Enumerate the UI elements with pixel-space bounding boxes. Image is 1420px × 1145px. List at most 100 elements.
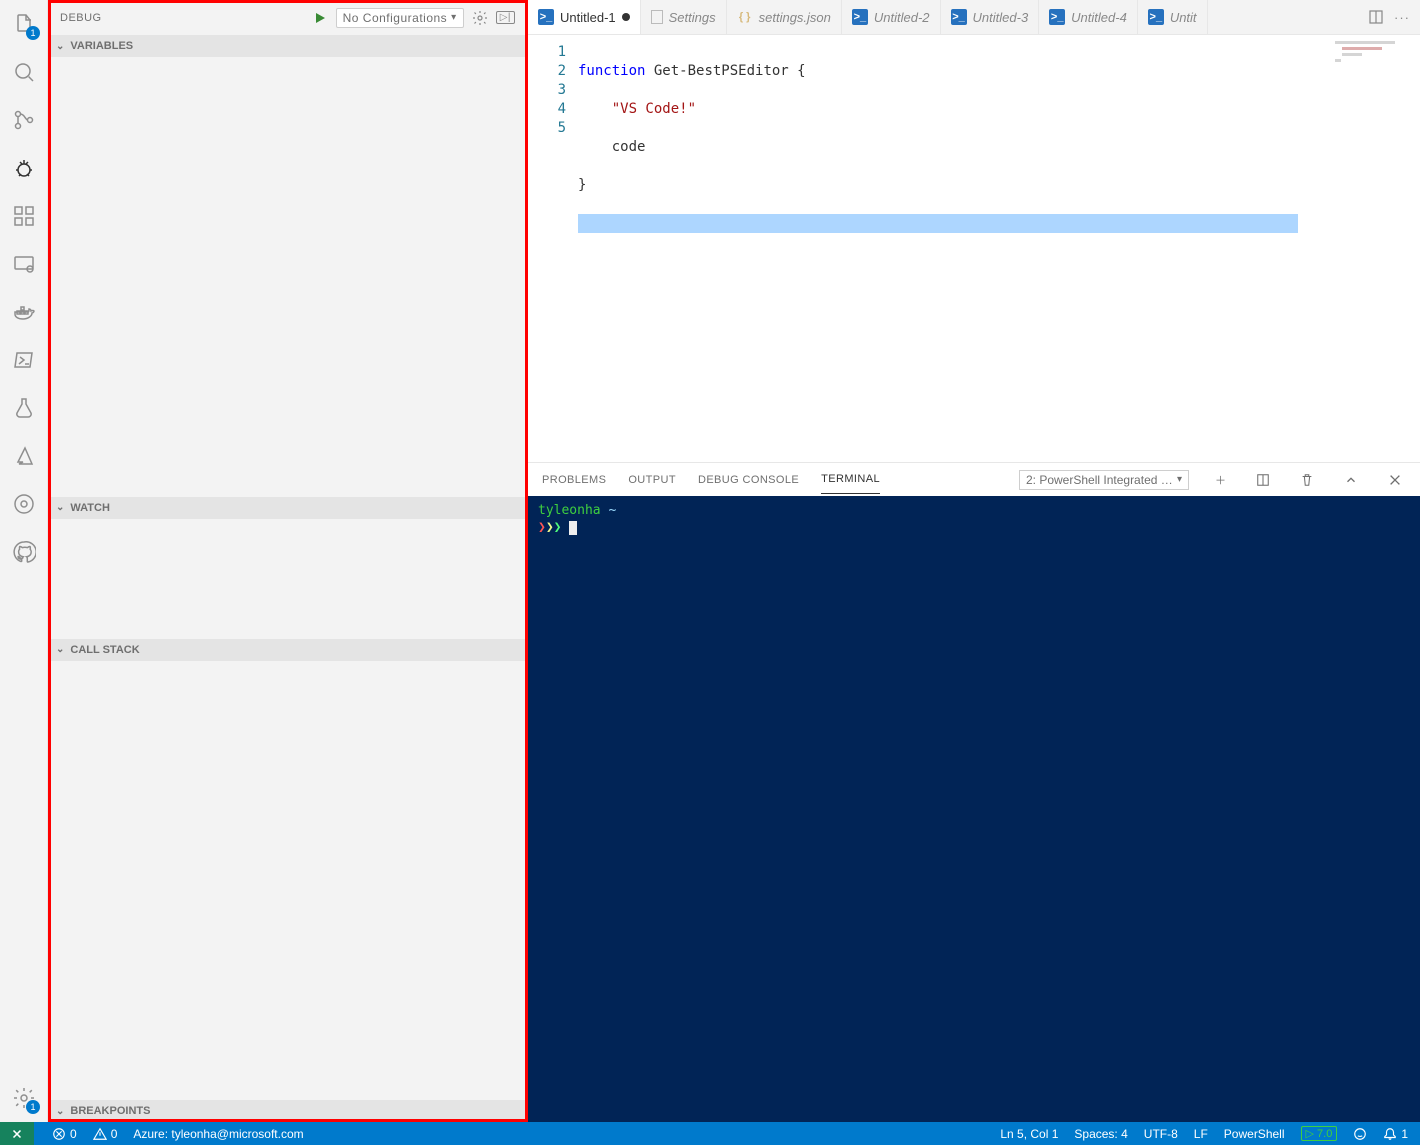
activity-github-icon[interactable] bbox=[0, 528, 48, 576]
code-token bbox=[578, 101, 612, 117]
activity-scm-icon[interactable] bbox=[0, 96, 48, 144]
close-panel-icon[interactable] bbox=[1384, 473, 1406, 487]
tab-label: Untitled-1 bbox=[560, 10, 616, 25]
line-number: 3 bbox=[528, 81, 566, 100]
section-watch-label: WATCH bbox=[70, 502, 110, 514]
sidebar-title: DEBUG bbox=[60, 12, 102, 24]
new-terminal-icon[interactable]: ＋ bbox=[1211, 472, 1230, 488]
line-gutter: 1 2 3 4 5 bbox=[528, 35, 578, 462]
json-file-icon: { } bbox=[737, 9, 753, 25]
debug-config-select[interactable]: No Configurations ▾ bbox=[336, 8, 464, 28]
section-watch-header[interactable]: ⌄ WATCH bbox=[48, 497, 527, 519]
gear-icon[interactable] bbox=[472, 10, 488, 26]
line-number: 4 bbox=[528, 100, 566, 119]
section-breakpoints-label: BREAKPOINTS bbox=[70, 1105, 150, 1117]
selection-highlight bbox=[578, 214, 1298, 233]
section-callstack-header[interactable]: ⌄ CALL STACK bbox=[48, 639, 527, 661]
code-content[interactable]: function Get-BestPSEditor { "VS Code!" c… bbox=[578, 35, 1330, 462]
activity-search-icon[interactable] bbox=[0, 48, 48, 96]
tab-untitled-3[interactable]: >_ Untitled-3 bbox=[941, 0, 1040, 34]
remote-indicator-icon[interactable] bbox=[0, 1122, 34, 1145]
status-psversion[interactable]: ▷ 7.0 bbox=[1297, 1126, 1342, 1141]
ps-version: 7.0 bbox=[1317, 1128, 1332, 1140]
tab-label: Untit bbox=[1170, 10, 1197, 25]
settings-badge: 1 bbox=[26, 1100, 40, 1114]
tab-label: Untitled-4 bbox=[1071, 10, 1127, 25]
activity-debug-icon[interactable] bbox=[0, 144, 48, 192]
activity-remote-icon[interactable] bbox=[0, 240, 48, 288]
debug-config-label: No Configurations bbox=[343, 11, 448, 25]
activity-settings-icon[interactable]: 1 bbox=[0, 1074, 48, 1122]
chevron-down-icon: ▾ bbox=[451, 12, 457, 23]
kill-terminal-icon[interactable] bbox=[1296, 473, 1318, 487]
editor-area[interactable]: 1 2 3 4 5 function Get-BestPSEditor { "V… bbox=[528, 35, 1420, 462]
status-language[interactable]: PowerShell bbox=[1220, 1127, 1289, 1141]
tab-untitled-5[interactable]: >_ Untit bbox=[1138, 0, 1208, 34]
activity-extensions-icon[interactable] bbox=[0, 192, 48, 240]
tab-settings-json[interactable]: { } settings.json bbox=[727, 0, 842, 34]
start-debug-icon[interactable] bbox=[312, 10, 328, 26]
line-number: 1 bbox=[528, 43, 566, 62]
chevron-down-icon: ▾ bbox=[1177, 474, 1182, 485]
split-terminal-icon[interactable] bbox=[1252, 473, 1274, 487]
terminal-path: ~ bbox=[608, 503, 616, 518]
chevron-down-icon: ⌄ bbox=[56, 644, 64, 655]
split-editor-icon[interactable] bbox=[1368, 9, 1384, 25]
tab-untitled-2[interactable]: >_ Untitled-2 bbox=[842, 0, 941, 34]
powershell-file-icon: >_ bbox=[951, 9, 967, 25]
status-azure[interactable]: Azure: tyleonha@microsoft.com bbox=[129, 1127, 307, 1141]
activity-test-icon[interactable] bbox=[0, 384, 48, 432]
activity-powershell-icon[interactable] bbox=[0, 336, 48, 384]
section-variables-header[interactable]: ⌄ VARIABLES bbox=[48, 35, 527, 57]
code-token: function bbox=[578, 63, 645, 79]
panel-tab-debug-console[interactable]: DEBUG CONSOLE bbox=[698, 466, 799, 494]
status-spaces[interactable]: Spaces: 4 bbox=[1070, 1127, 1131, 1141]
status-encoding[interactable]: UTF-8 bbox=[1140, 1127, 1182, 1141]
terminal-user: tyleonha bbox=[538, 503, 601, 518]
section-watch-body bbox=[48, 519, 527, 639]
editor-tabs-bar: >_ Untitled-1 Settings { } settings.json… bbox=[528, 0, 1420, 35]
debug-sidebar: DEBUG No Configurations ▾ ▷| ⌄ VARIABLES… bbox=[48, 0, 528, 1122]
status-feedback-icon[interactable] bbox=[1349, 1127, 1371, 1141]
line-number: 5 bbox=[528, 119, 566, 138]
status-errors[interactable]: 0 bbox=[48, 1127, 81, 1141]
section-callstack-label: CALL STACK bbox=[70, 644, 139, 656]
activity-explorer-icon[interactable]: 1 bbox=[0, 0, 48, 48]
activity-bar: 1 bbox=[0, 0, 48, 1122]
minimap[interactable] bbox=[1330, 35, 1420, 462]
code-token: } bbox=[578, 177, 586, 193]
tab-untitled-1[interactable]: >_ Untitled-1 bbox=[528, 0, 641, 34]
code-token: Get-BestPSEditor { bbox=[645, 63, 805, 79]
panel-tab-output[interactable]: OUTPUT bbox=[628, 466, 676, 494]
tab-label: Untitled-3 bbox=[973, 10, 1029, 25]
maximize-panel-icon[interactable] bbox=[1340, 473, 1362, 487]
bottom-panel: PROBLEMS OUTPUT DEBUG CONSOLE TERMINAL 2… bbox=[528, 462, 1420, 1122]
powershell-file-icon: >_ bbox=[538, 9, 554, 25]
file-icon bbox=[651, 10, 663, 24]
section-breakpoints-header[interactable]: ⌄ BREAKPOINTS bbox=[48, 1100, 527, 1122]
activity-docker-icon[interactable] bbox=[0, 288, 48, 336]
status-bar: 0 0 Azure: tyleonha@microsoft.com Ln 5, … bbox=[0, 1122, 1420, 1145]
status-notifications-icon[interactable]: 1 bbox=[1379, 1127, 1412, 1141]
more-icon[interactable]: ··· bbox=[1394, 10, 1410, 25]
tab-settings[interactable]: Settings bbox=[641, 0, 727, 34]
panel-tab-terminal[interactable]: TERMINAL bbox=[821, 465, 880, 494]
debug-console-toggle-icon[interactable]: ▷| bbox=[496, 11, 515, 24]
status-warnings[interactable]: 0 bbox=[89, 1127, 122, 1141]
code-token: "VS Code!" bbox=[612, 101, 696, 117]
activity-azure-icon[interactable] bbox=[0, 432, 48, 480]
status-lncol[interactable]: Ln 5, Col 1 bbox=[996, 1127, 1062, 1141]
terminal-cursor bbox=[569, 521, 577, 535]
powershell-file-icon: >_ bbox=[1049, 9, 1065, 25]
panel-tab-problems[interactable]: PROBLEMS bbox=[542, 466, 606, 494]
section-variables-body bbox=[48, 57, 527, 497]
tab-label: Untitled-2 bbox=[874, 10, 930, 25]
tab-untitled-4[interactable]: >_ Untitled-4 bbox=[1039, 0, 1138, 34]
activity-gitlens-icon[interactable] bbox=[0, 480, 48, 528]
code-token bbox=[578, 139, 612, 155]
line-number: 2 bbox=[528, 62, 566, 81]
status-eol[interactable]: LF bbox=[1190, 1127, 1212, 1141]
terminal-select[interactable]: 2: PowerShell Integrated Con ▾ bbox=[1019, 470, 1189, 490]
terminal-select-label: 2: PowerShell Integrated Con bbox=[1026, 473, 1173, 487]
terminal-content[interactable]: tyleonha ~ ❯❯❯ bbox=[528, 496, 1420, 1122]
